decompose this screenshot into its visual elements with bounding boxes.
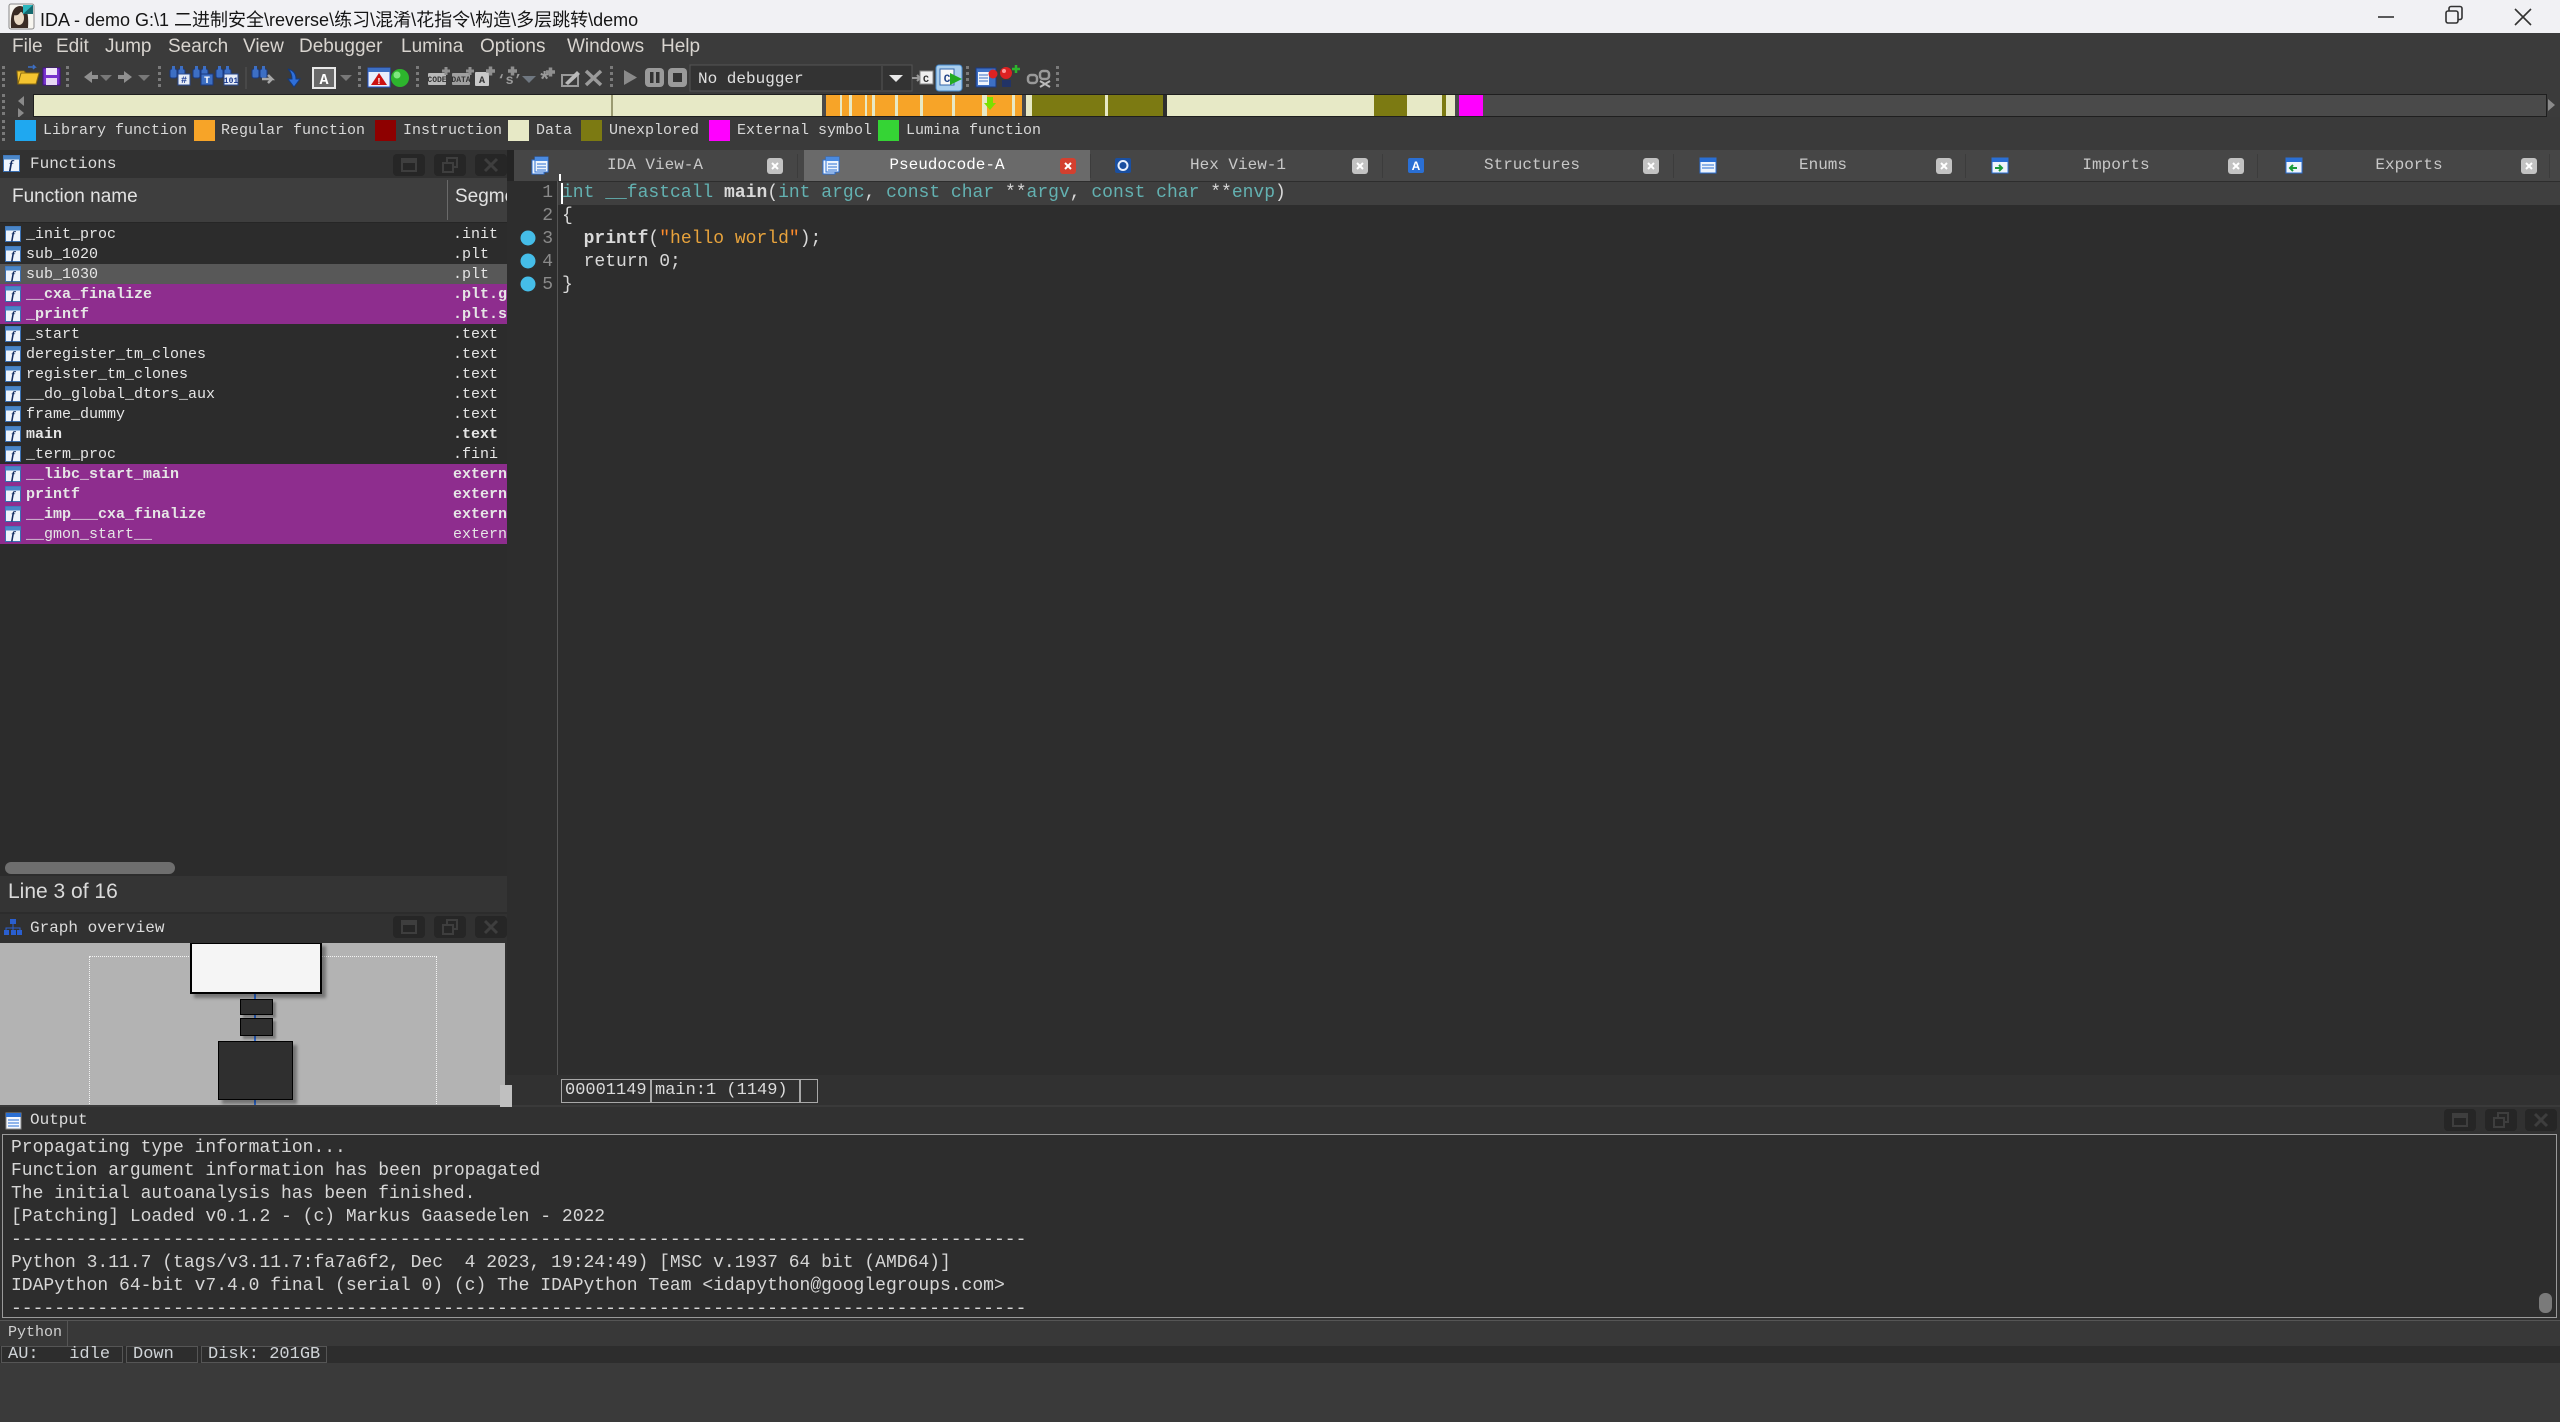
svg-text:No debugger: No debugger <box>698 70 804 88</box>
svg-text:A: A <box>319 72 328 89</box>
svg-text:!: ! <box>376 77 381 87</box>
svg-text:C: C <box>944 74 951 86</box>
svg-text:101: 101 <box>224 77 239 86</box>
svg-text:‘s’: ‘s’ <box>497 73 522 89</box>
svg-text:DATA: DATA <box>451 76 470 85</box>
svg-text:C: C <box>923 75 929 86</box>
svg-text:#: # <box>181 76 187 87</box>
svg-text:CODE: CODE <box>427 76 446 85</box>
svg-text:T: T <box>204 76 210 87</box>
svg-text:A: A <box>479 76 485 87</box>
